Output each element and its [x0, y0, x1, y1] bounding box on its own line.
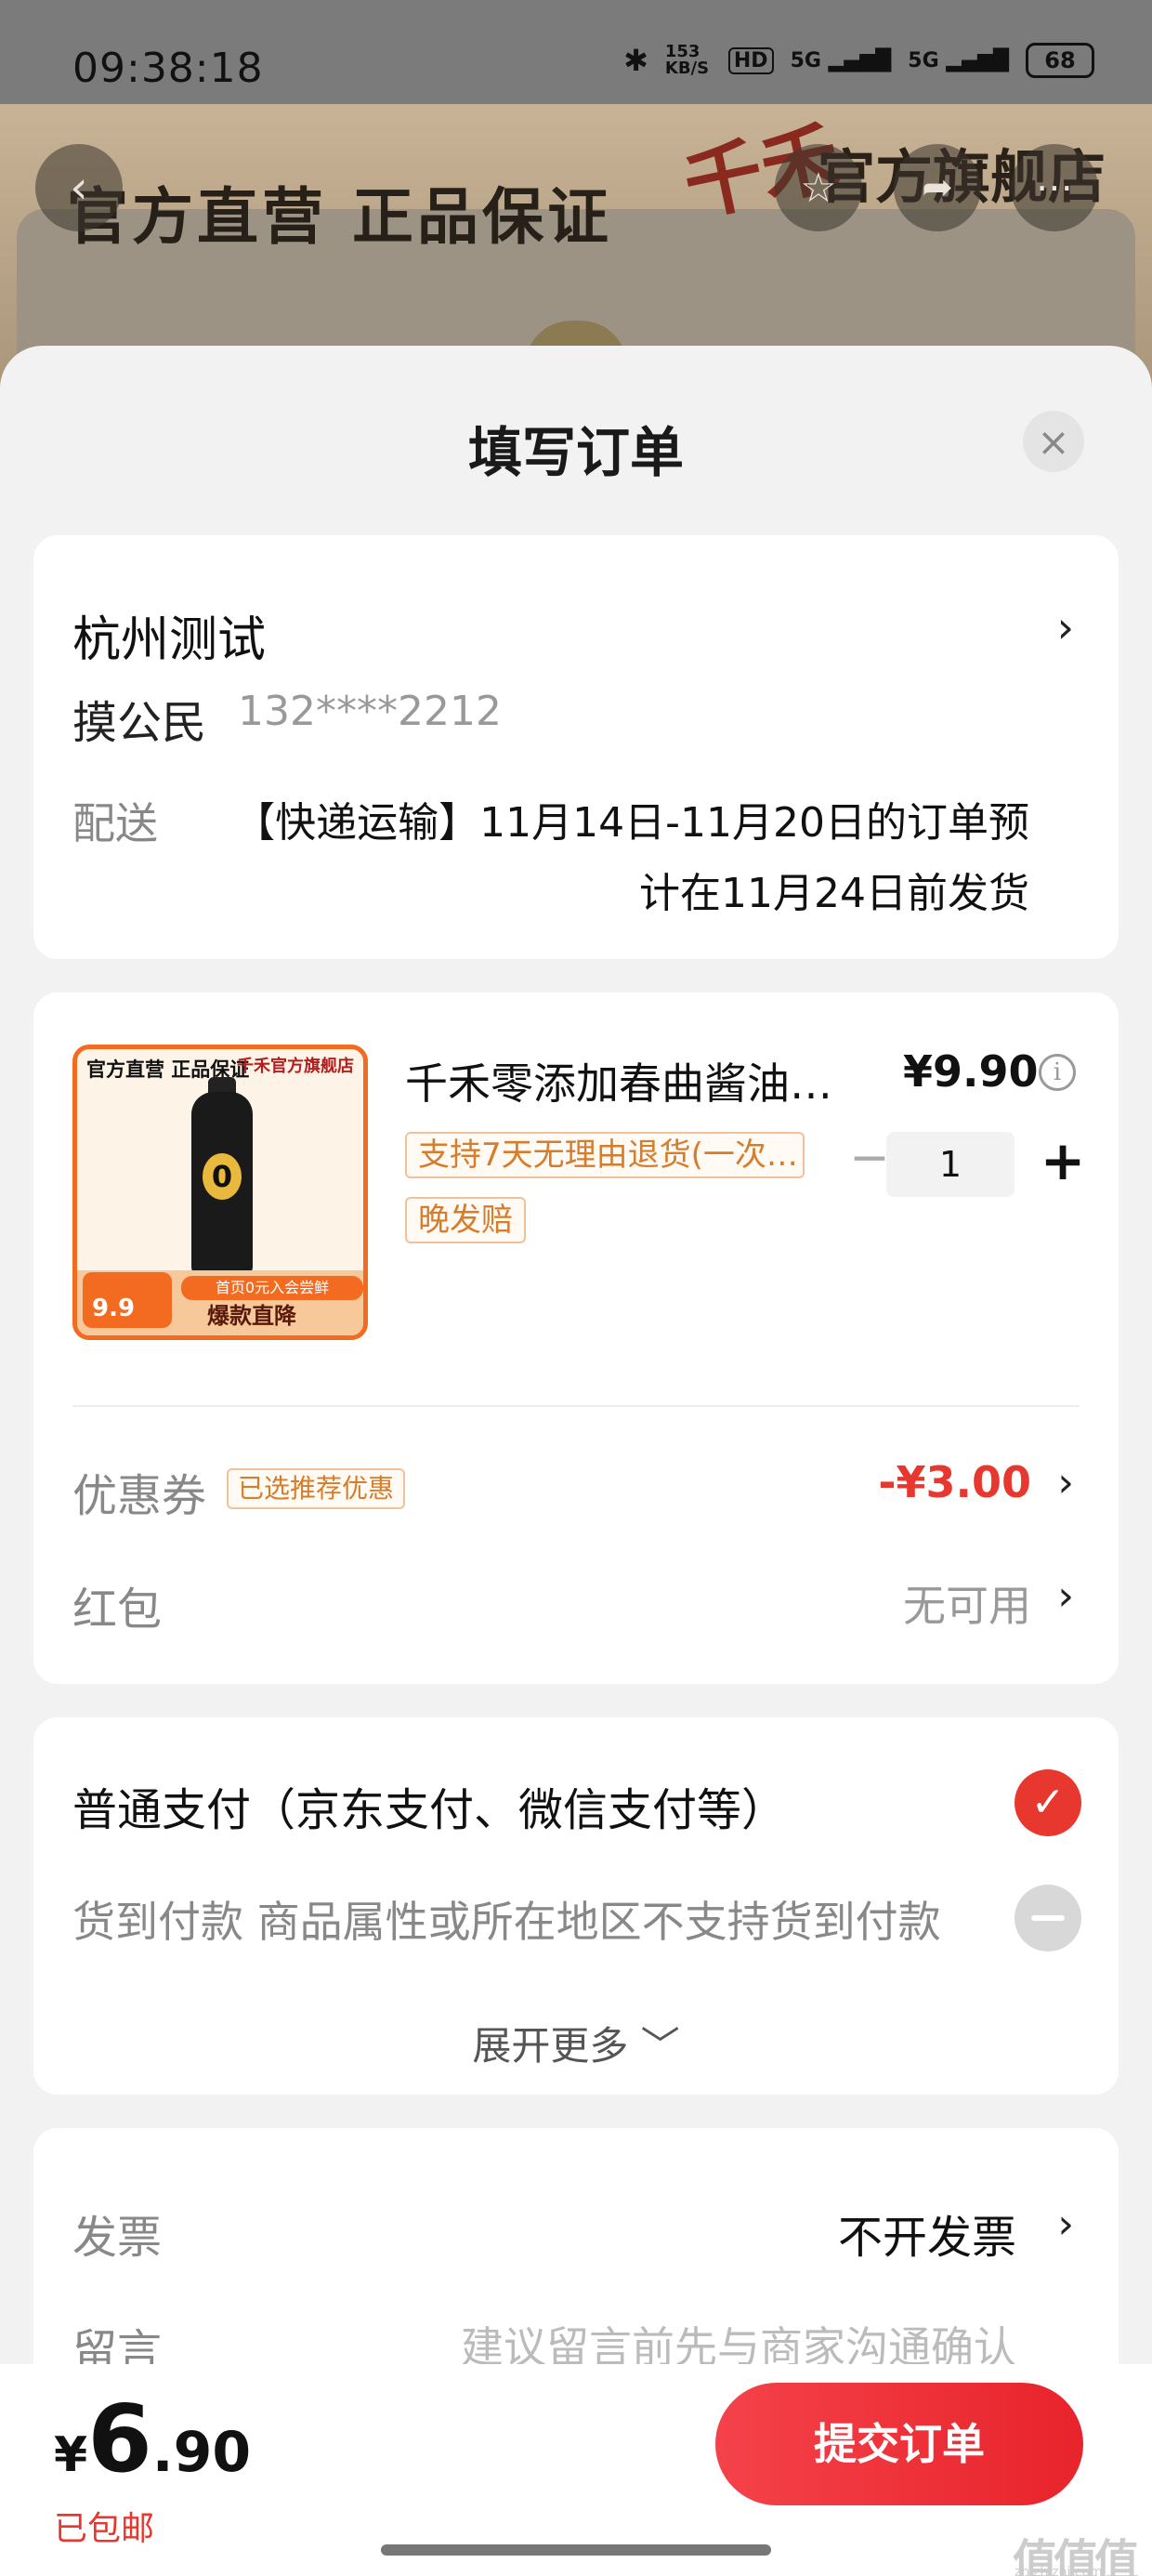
disabled-radio-icon [1015, 1885, 1081, 1952]
payment-card: 普通支付（京东支付、微信支付等） ✓ 货到付款 商品属性或所在地区不支持货到付款… [33, 1717, 1119, 2095]
back-button[interactable]: ‹ [35, 144, 123, 231]
share-icon: ➦ [922, 166, 953, 209]
checkmark-icon[interactable]: ✓ [1015, 1769, 1081, 1836]
status-bar: 09:38:18 ✱ 153 KB/S HD 5G ▂▄▆█ 5G ▂▄▆█ 6… [0, 0, 1152, 104]
bluetooth-icon: ✱ [623, 43, 648, 78]
more-icon: ⋯ [1036, 166, 1073, 209]
divider [72, 1405, 1080, 1407]
star-icon: ☆ [800, 164, 837, 212]
thumb-brand: 千禾官方旗舰店 [237, 1057, 354, 1076]
submit-order-button[interactable]: 提交订单 [715, 2383, 1083, 2505]
share-button[interactable]: ➦ [894, 144, 981, 231]
total-price: ¥6.90 [54, 2385, 252, 2493]
recipient-phone: 132****2212 [238, 688, 502, 735]
chevron-left-icon: ‹ [70, 162, 88, 214]
chevron-right-icon[interactable]: › [1057, 2201, 1074, 2248]
close-button[interactable]: × [1023, 411, 1084, 472]
cod-payment-option: 货到付款 商品属性或所在地区不支持货到付款 [72, 1897, 941, 1947]
thumb-drop: 爆款直降 [207, 1303, 296, 1329]
quantity-input[interactable]: 1 [886, 1132, 1015, 1197]
free-shipping-label: 已包邮 [54, 2510, 155, 2548]
coupon-badge: 已选推荐优惠 [227, 1468, 406, 1509]
redpack-value[interactable]: 无可用 [903, 1572, 1031, 1634]
info-icon[interactable]: i [1039, 1054, 1076, 1091]
order-sheet: 填写订单 × 杭州测试 › 摸公民 132****2212 配送 【快递运输】1… [0, 346, 1152, 2576]
signal-5g-icon: 5G ▂▄▆█ [790, 48, 892, 72]
thumb-price: 9.9 [83, 1272, 172, 1328]
normal-payment-option[interactable]: 普通支付（京东支付、微信支付等） [72, 1773, 786, 1838]
chevron-right-icon[interactable]: › [1057, 1572, 1074, 1620]
address-region: 杭州测试 [72, 612, 267, 668]
favorite-button[interactable]: ☆ [775, 144, 862, 231]
delivery-label: 配送 [72, 798, 158, 848]
address-card[interactable]: 杭州测试 › 摸公民 132****2212 配送 【快递运输】11月14日-1… [33, 535, 1119, 959]
late-compensation-tag[interactable]: 晚发赔 [405, 1197, 526, 1243]
invoice-label: 发票 [72, 2212, 163, 2264]
product-price: ¥9.90 [903, 1046, 1039, 1097]
coupon-value[interactable]: -¥3.00 [878, 1457, 1031, 1507]
watermark-url: zhizhizhi.com [1015, 2565, 1103, 2576]
recipient-name: 摸公民 [72, 697, 207, 749]
more-button[interactable]: ⋯ [1011, 144, 1098, 231]
close-icon: × [1037, 418, 1070, 465]
increase-quantity-button[interactable]: + [1035, 1128, 1091, 1193]
net-speed: 153 KB/S [664, 42, 710, 78]
sheet-title: 填写订单 [467, 421, 684, 484]
hd-icon: HD [727, 46, 774, 74]
chevron-right-icon: › [1056, 602, 1074, 652]
product-thumbnail[interactable]: 官方直营 正品保证 千禾官方旗舰店 0 9.9 首页0元入会尝鲜 爆款直降 [72, 1045, 368, 1340]
home-indicator[interactable] [381, 2544, 771, 2556]
status-time: 09:38:18 [72, 45, 264, 92]
return-policy-tag[interactable]: 支持7天无理由退货(一次… [405, 1132, 805, 1178]
expand-more-button[interactable]: 展开更多 ﹀ [33, 2015, 1119, 2071]
zero-badge: 0 [203, 1153, 242, 1200]
coupon-label: 优惠券 [72, 1470, 207, 1522]
signal-5g-icon-2: 5G ▂▄▆█ [908, 48, 1009, 72]
banner-headline: 官方直营 正品保证 [67, 181, 612, 253]
battery-icon: 68 [1026, 43, 1094, 78]
product-title[interactable]: 千禾零添加春曲酱油… [405, 1050, 870, 1111]
chevron-right-icon[interactable]: › [1057, 1459, 1074, 1506]
invoice-value[interactable]: 不开发票 [838, 2201, 1016, 2266]
status-icons: ✱ 153 KB/S HD 5G ▂▄▆█ 5G ▂▄▆█ 68 [623, 43, 1094, 78]
redpack-label: 红包 [72, 1584, 163, 1636]
delivery-text: 【快递运输】11月14日-11月20日的订单预计在11月24日前发货 [234, 799, 1029, 917]
product-card: 官方直营 正品保证 千禾官方旗舰店 0 9.9 首页0元入会尝鲜 爆款直降 千禾… [33, 992, 1119, 1684]
